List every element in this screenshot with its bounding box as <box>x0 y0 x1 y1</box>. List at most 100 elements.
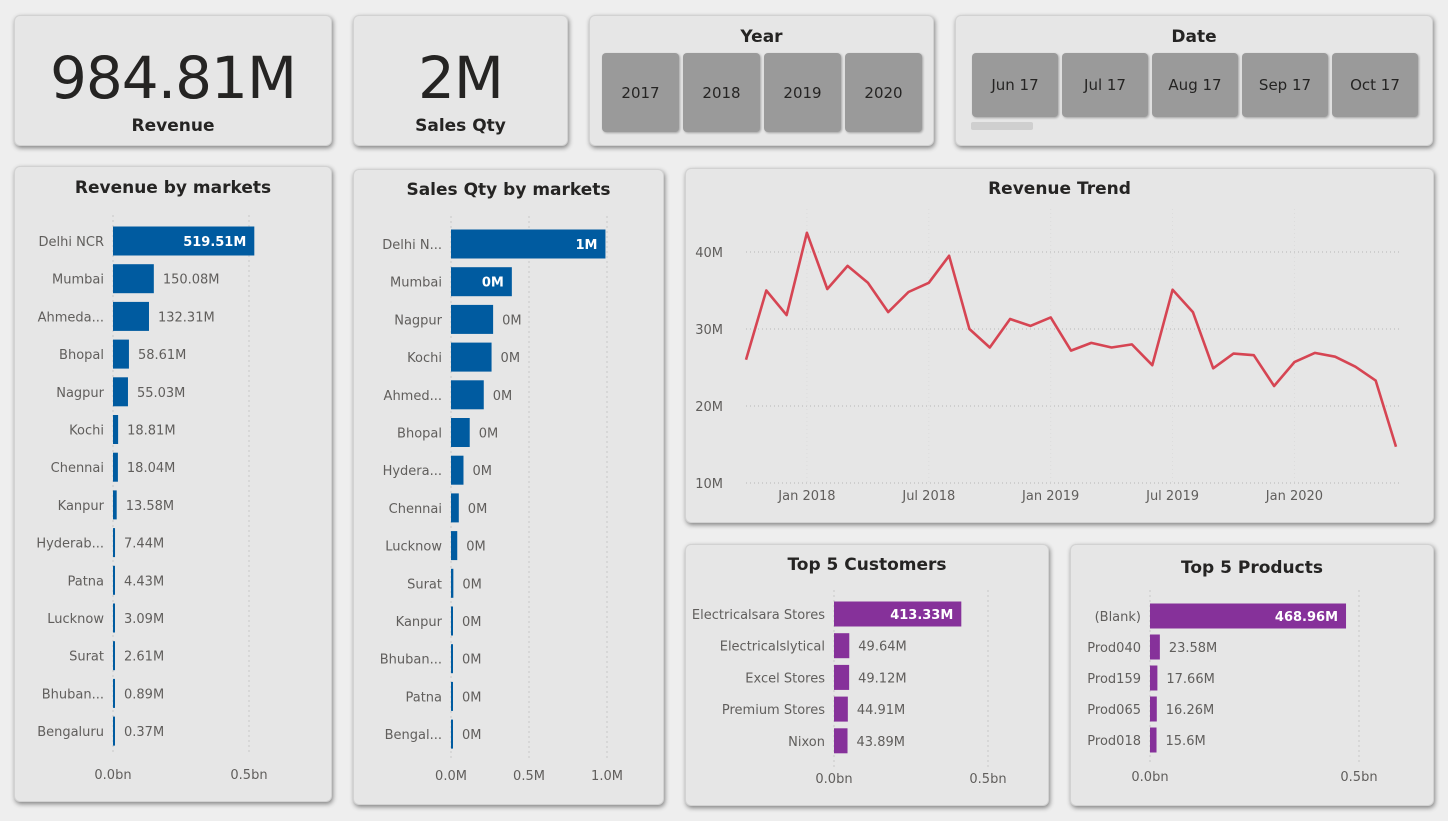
category-label: Bhuban... <box>42 687 104 702</box>
revenue-by-markets-chart: 0.0bn 0.5bn Delhi NCR 519.51M Mumbai 150.08M A… <box>36 215 268 783</box>
date-option-sep-17[interactable]: Sep 17 <box>1242 53 1328 117</box>
category-label: Ahmeda... <box>38 310 104 325</box>
x-tick-label: Jul 2018 <box>901 489 955 504</box>
date-option-jul-17[interactable]: Jul 17 <box>1062 53 1148 117</box>
data-label: 58.61M <box>138 348 186 363</box>
category-label: Bhuban... <box>380 653 442 668</box>
year-option-2018[interactable]: 2018 <box>683 53 760 132</box>
data-label: 0.89M <box>124 687 164 702</box>
category-label: Nagpur <box>394 313 442 328</box>
bar <box>451 342 492 372</box>
data-label: 519.51M <box>183 235 246 250</box>
category-label: Delhi NCR <box>39 235 104 250</box>
bar <box>451 304 494 334</box>
x-tick-label: 1.0M <box>591 769 623 784</box>
bar <box>451 568 454 598</box>
data-label: 15.6M <box>1166 734 1206 749</box>
bar <box>834 696 848 722</box>
category-label: Hyderab... <box>36 537 104 552</box>
year-option-2020[interactable]: 2020 <box>845 53 922 132</box>
category-label: Kanpur <box>396 615 443 630</box>
x-tick-label: 0.0M <box>435 769 467 784</box>
bar <box>113 301 149 331</box>
category-label: Chennai <box>389 502 442 517</box>
category-label: Prod159 <box>1087 672 1141 687</box>
data-label: 0M <box>462 577 482 592</box>
date-option-jun-17[interactable]: Jun 17 <box>972 53 1058 117</box>
data-label: 2.61M <box>124 650 164 665</box>
data-label: 0M <box>472 464 492 479</box>
category-label: Delhi N... <box>382 238 442 253</box>
x-tick-label: 0.0bn <box>815 772 852 787</box>
date-option-aug-17[interactable]: Aug 17 <box>1152 53 1238 117</box>
data-label: 44.91M <box>857 703 905 718</box>
bar <box>113 490 117 520</box>
data-label: 0M <box>493 389 513 404</box>
data-label: 0M <box>462 728 482 743</box>
x-tick-label: Jan 2018 <box>777 489 835 504</box>
revenue-trend-card: Revenue Trend 10M 20M 30M 40M Jan 2018 Jul 20… <box>685 168 1434 523</box>
category-label: Surat <box>69 650 104 665</box>
bar <box>113 377 128 407</box>
bar <box>113 603 115 633</box>
bar <box>1150 727 1157 753</box>
data-label: 0M <box>482 276 504 291</box>
data-label: 23.58M <box>1169 641 1217 656</box>
category-label: Kanpur <box>58 499 105 514</box>
sales-qty-by-markets-card: Sales Qty by markets 0.0M 0.5M 1.0M Delhi N… <box>353 169 664 805</box>
revenue-trend-chart: 10M 20M 30M 40M Jan 2018 Jul 2018 Jan 2019 Jul … <box>695 209 1401 504</box>
x-tick-label: 0.0bn <box>1131 770 1168 785</box>
bar <box>1150 665 1158 691</box>
date-slicer: Date Jun 17 Jul 17 Aug 17 Sep 17 Oct 17 <box>955 15 1433 146</box>
data-label: 13.58M <box>126 499 174 514</box>
y-tick-label: 20M <box>695 400 723 415</box>
data-label: 0M <box>462 615 482 630</box>
data-label: 0M <box>501 351 521 366</box>
bar <box>1150 634 1160 660</box>
category-label: Patna <box>67 574 104 589</box>
data-label: 55.03M <box>137 386 185 401</box>
bar <box>113 339 129 369</box>
category-label: Premium Stores <box>722 703 825 718</box>
top-5-products-chart: 0.0bn 0.5bn (Blank) 468.96M Prod040 23.58M Pro… <box>1087 590 1378 785</box>
bar <box>451 531 458 561</box>
year-option-2019[interactable]: 2019 <box>764 53 841 132</box>
bar <box>834 633 850 659</box>
date-slicer-scrollbar[interactable] <box>971 122 1033 130</box>
bar <box>451 644 453 674</box>
data-label: 0.37M <box>124 725 164 740</box>
category-label: Surat <box>407 577 442 592</box>
date-option-oct-17[interactable]: Oct 17 <box>1332 53 1418 117</box>
category-label: Lucknow <box>385 540 442 555</box>
data-label: 0M <box>462 690 482 705</box>
revenue-kpi-card: 984.81M Revenue <box>14 15 332 146</box>
category-label: Nagpur <box>56 386 104 401</box>
sales-qty-kpi-value: 2M <box>418 44 504 112</box>
data-label: 0M <box>502 313 522 328</box>
category-label: Electricalslytical <box>720 640 825 655</box>
top-5-products-card: Top 5 Products 0.0bn 0.5bn (Blank) 468.96M P… <box>1070 544 1434 806</box>
sales-qty-by-markets-chart: 0.0M 0.5M 1.0M Delhi N... 1M Mumbai 0M Nagpur 0M… <box>380 216 623 784</box>
year-option-2017[interactable]: 2017 <box>602 53 679 132</box>
category-label: Kochi <box>69 424 104 439</box>
bar <box>451 719 453 749</box>
x-tick-label: Jan 2019 <box>1021 489 1079 504</box>
bar <box>113 528 116 558</box>
category-label: Hydera... <box>383 464 442 479</box>
data-label: 0M <box>462 653 482 668</box>
revenue-kpi-label: Revenue <box>131 116 215 136</box>
bar <box>113 678 115 708</box>
category-label: Nixon <box>788 735 825 750</box>
bar <box>113 716 115 746</box>
bar <box>834 728 848 754</box>
category-label: Prod040 <box>1087 641 1141 656</box>
data-label: 468.96M <box>1275 610 1338 625</box>
category-label: Patna <box>405 690 442 705</box>
data-label: 4.43M <box>124 574 164 589</box>
category-label: Bengaluru <box>37 725 104 740</box>
category-label: Bhopal <box>397 427 442 442</box>
category-label: Excel Stores <box>745 671 825 686</box>
bar <box>451 606 453 636</box>
bar <box>113 641 115 671</box>
top-5-customers-card: Top 5 Customers 0.0bn 0.5bn Electricalsara… <box>685 544 1049 806</box>
